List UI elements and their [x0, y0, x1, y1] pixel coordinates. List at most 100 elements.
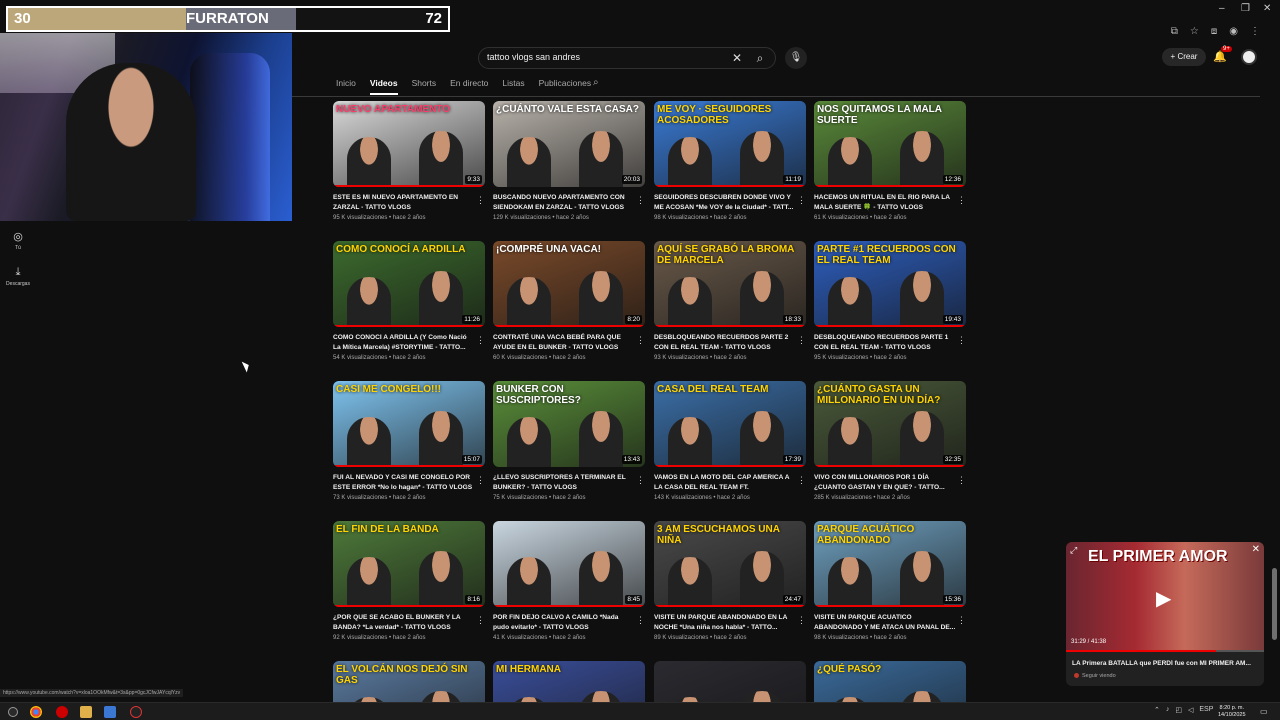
video-thumbnail[interactable]: PARQUE ACUÁTICO ABANDONADO 15:36: [814, 521, 966, 607]
video-card[interactable]: CASI ME CONGELO!!! 15:07 FUI AL NEVADO Y C…: [333, 381, 487, 501]
system-clock[interactable]: 8:20 p. m. 14/10/2025: [1218, 705, 1246, 719]
video-title[interactable]: ¿POR QUE SE ACABO EL BUNKER Y LA BANDA? …: [333, 613, 475, 632]
tab-publicaciones[interactable]: Publicaciones: [539, 78, 591, 95]
sidebar-item-you[interactable]: ◎ Tú: [4, 230, 32, 251]
video-card[interactable]: PARTE #1 RECUERDOS CON EL REAL TEAM 19:43…: [814, 241, 968, 361]
video-thumbnail[interactable]: NUEVO APARTAMENTO 9:33: [333, 101, 485, 187]
mini-player-progress[interactable]: [1066, 650, 1264, 652]
video-card[interactable]: COMO CONOCÍ A ARDILLA 11:26 COMO CONOCI A …: [333, 241, 487, 361]
search-icon[interactable]: ⌕: [744, 47, 776, 69]
play-icon[interactable]: ▶: [1156, 586, 1171, 611]
page-scrollbar[interactable]: [1272, 568, 1277, 640]
video-thumbnail[interactable]: 8:45: [493, 521, 645, 607]
maximize-icon[interactable]: ❐: [1241, 3, 1250, 14]
network-icon[interactable]: ◰: [1175, 706, 1182, 714]
video-menu-icon[interactable]: ⋮: [476, 335, 485, 346]
video-card[interactable]: CASA DEL REAL TEAM 17:39 VAMOS EN LA MOTO …: [654, 381, 808, 501]
install-icon[interactable]: ⧉: [1171, 26, 1178, 37]
tab-inicio[interactable]: Inicio: [336, 78, 356, 95]
profile-icon[interactable]: ◉: [1229, 26, 1238, 37]
video-title[interactable]: VIVO CON MILLONARIOS POR 1 DÍA ¿CUANTO G…: [814, 473, 956, 492]
start-icon[interactable]: [8, 707, 18, 717]
video-title[interactable]: BUSCANDO NUEVO APARTAMENTO CON SIENDOKAM…: [493, 193, 635, 212]
video-menu-icon[interactable]: ⋮: [797, 195, 806, 206]
video-card[interactable]: 8:45 POR FIN DEJO CALVO A CAMILO *Nada pu…: [493, 521, 647, 641]
video-thumbnail[interactable]: ¿CUÁNTO GASTA UN MILLONARIO EN UN DÍA? 32…: [814, 381, 966, 467]
video-menu-icon[interactable]: ⋮: [636, 195, 645, 206]
video-thumbnail[interactable]: COMO CONOCÍ A ARDILLA 11:26: [333, 241, 485, 327]
video-menu-icon[interactable]: ⋮: [476, 475, 485, 486]
video-menu-icon[interactable]: ⋮: [476, 195, 485, 206]
video-menu-icon[interactable]: ⋮: [636, 615, 645, 626]
clear-search-icon[interactable]: ✕: [732, 51, 742, 65]
video-title[interactable]: COMO CONOCI A ARDILLA (Y Como Nació La M…: [333, 333, 475, 352]
expand-icon[interactable]: ⤢: [1070, 545, 1077, 556]
video-menu-icon[interactable]: ⋮: [636, 335, 645, 346]
tab-listas[interactable]: Listas: [502, 78, 524, 95]
video-menu-icon[interactable]: ⋮: [797, 615, 806, 626]
video-title[interactable]: CONTRATÉ UNA VACA BEBÉ PARA QUE AYUDE EN…: [493, 333, 635, 352]
tab-videos[interactable]: Videos: [369, 78, 398, 95]
video-card[interactable]: EL FIN DE LA BANDA 8:16 ¿POR QUE SE ACABO …: [333, 521, 487, 641]
video-card[interactable]: ¿CUÁNTO GASTA UN MILLONARIO EN UN DÍA? 32…: [814, 381, 968, 501]
video-menu-icon[interactable]: ⋮: [957, 195, 966, 206]
mini-player-video[interactable]: EL PRIMER AMOR ⤢ ✕ ▶ 31:29 / 41:38: [1066, 542, 1264, 652]
video-title[interactable]: ¿LLEVO SUSCRIPTORES A TERMINAR EL BUNKER…: [493, 473, 635, 492]
video-title[interactable]: VISITE UN PARQUE ACUATICO ABANDONADO Y M…: [814, 613, 956, 632]
sidebar-item-downloads[interactable]: ⤓ Descargas: [4, 266, 32, 287]
video-thumbnail[interactable]: NOS QUITAMOS LA MALA SUERTE 12:36: [814, 101, 966, 187]
bookmark-star-icon[interactable]: ☆: [1190, 26, 1199, 37]
video-title[interactable]: VAMOS EN LA MOTO DEL CAP AMERICA A LA CA…: [654, 473, 796, 492]
video-thumbnail[interactable]: CASA DEL REAL TEAM 17:39: [654, 381, 806, 467]
tray-arrow-icon[interactable]: ⌃: [1154, 706, 1160, 714]
close-icon[interactable]: ✕: [1252, 544, 1260, 555]
video-thumbnail[interactable]: PARTE #1 RECUERDOS CON EL REAL TEAM 19:43: [814, 241, 966, 327]
language-indicator[interactable]: ESP: [1199, 706, 1213, 714]
video-title[interactable]: DESBLOQUEANDO RECUERDOS PARTE 1 CON EL R…: [814, 333, 956, 352]
video-card[interactable]: ME VOY · SEGUIDORES ACOSADORES 11:19 SEGUI…: [654, 101, 808, 221]
search-input[interactable]: tattoo vlogs san andres ✕: [478, 47, 776, 69]
opera-icon[interactable]: [56, 706, 68, 718]
mini-player-title[interactable]: LA Primera BATALLA que PERDÍ fue con MI …: [1072, 660, 1260, 667]
video-menu-icon[interactable]: ⋮: [957, 335, 966, 346]
browser-menu-icon[interactable]: ⋮: [1250, 26, 1260, 37]
video-card[interactable]: NOS QUITAMOS LA MALA SUERTE 12:36 HACEMOS …: [814, 101, 968, 221]
tab-en-directo[interactable]: En directo: [450, 78, 488, 95]
notification-center-icon[interactable]: ▭: [1260, 707, 1268, 716]
chrome-icon[interactable]: [30, 706, 42, 718]
video-title[interactable]: VISITE UN PARQUE ABANDONADO EN LA NOCHE …: [654, 613, 796, 632]
video-card[interactable]: NUEVO APARTAMENTO 9:33 ESTE ES MI NUEVO AP…: [333, 101, 487, 221]
extensions-icon[interactable]: ⧈: [1211, 26, 1217, 37]
video-thumbnail[interactable]: ¡COMPRÉ UNA VACA! 8:20: [493, 241, 645, 327]
mini-player[interactable]: EL PRIMER AMOR ⤢ ✕ ▶ 31:29 / 41:38 LA Pr…: [1066, 542, 1264, 686]
video-title[interactable]: DESBLOQUEANDO RECUERDOS PARTE 2 CON EL R…: [654, 333, 796, 352]
app-icon[interactable]: [104, 706, 116, 718]
video-menu-icon[interactable]: ⋮: [957, 615, 966, 626]
video-title[interactable]: SEGUIDORES DESCUBREN DONDE VIVO Y ME ACO…: [654, 193, 796, 212]
close-window-icon[interactable]: ✕: [1263, 3, 1271, 14]
obs-icon[interactable]: [130, 706, 142, 718]
tab-shorts[interactable]: Shorts: [412, 78, 437, 95]
video-thumbnail[interactable]: BUNKER CON SUSCRIPTORES? 13:43: [493, 381, 645, 467]
video-thumbnail[interactable]: AQUÍ SE GRABÓ LA BROMA DE MARCELA 18:33: [654, 241, 806, 327]
video-title[interactable]: POR FIN DEJO CALVO A CAMILO *Nada pudo e…: [493, 613, 635, 632]
video-thumbnail[interactable]: ME VOY · SEGUIDORES ACOSADORES 11:19: [654, 101, 806, 187]
channel-search-icon[interactable]: ⌕: [593, 77, 599, 88]
mic-tray-icon[interactable]: ♪: [1166, 706, 1170, 714]
create-button[interactable]: + Crear: [1162, 48, 1206, 66]
video-title[interactable]: ESTE ES MI NUEVO APARTAMENTO EN ZARZAL -…: [333, 193, 475, 212]
video-menu-icon[interactable]: ⋮: [797, 335, 806, 346]
volume-icon[interactable]: ◁: [1188, 706, 1193, 714]
video-thumbnail[interactable]: EL FIN DE LA BANDA 8:16: [333, 521, 485, 607]
video-card[interactable]: ¿CUÁNTO VALE ESTA CASA? 20:03 BUSCANDO NUE…: [493, 101, 647, 221]
video-card[interactable]: BUNKER CON SUSCRIPTORES? 13:43 ¿LLEVO SUSC…: [493, 381, 647, 501]
video-card[interactable]: ¡COMPRÉ UNA VACA! 8:20 CONTRATÉ UNA VACA B…: [493, 241, 647, 361]
minimize-icon[interactable]: –: [1219, 3, 1225, 14]
video-menu-icon[interactable]: ⋮: [476, 615, 485, 626]
video-card[interactable]: AQUÍ SE GRABÓ LA BROMA DE MARCELA 18:33 DE…: [654, 241, 808, 361]
video-title[interactable]: HACEMOS UN RITUAL EN EL RIO PARA LA MALA…: [814, 193, 956, 212]
video-thumbnail[interactable]: ¿CUÁNTO VALE ESTA CASA? 20:03: [493, 101, 645, 187]
microphone-icon[interactable]: 🎙: [785, 47, 807, 69]
video-card[interactable]: PARQUE ACUÁTICO ABANDONADO 15:36 VISITE UN…: [814, 521, 968, 641]
file-explorer-icon[interactable]: [80, 706, 92, 718]
